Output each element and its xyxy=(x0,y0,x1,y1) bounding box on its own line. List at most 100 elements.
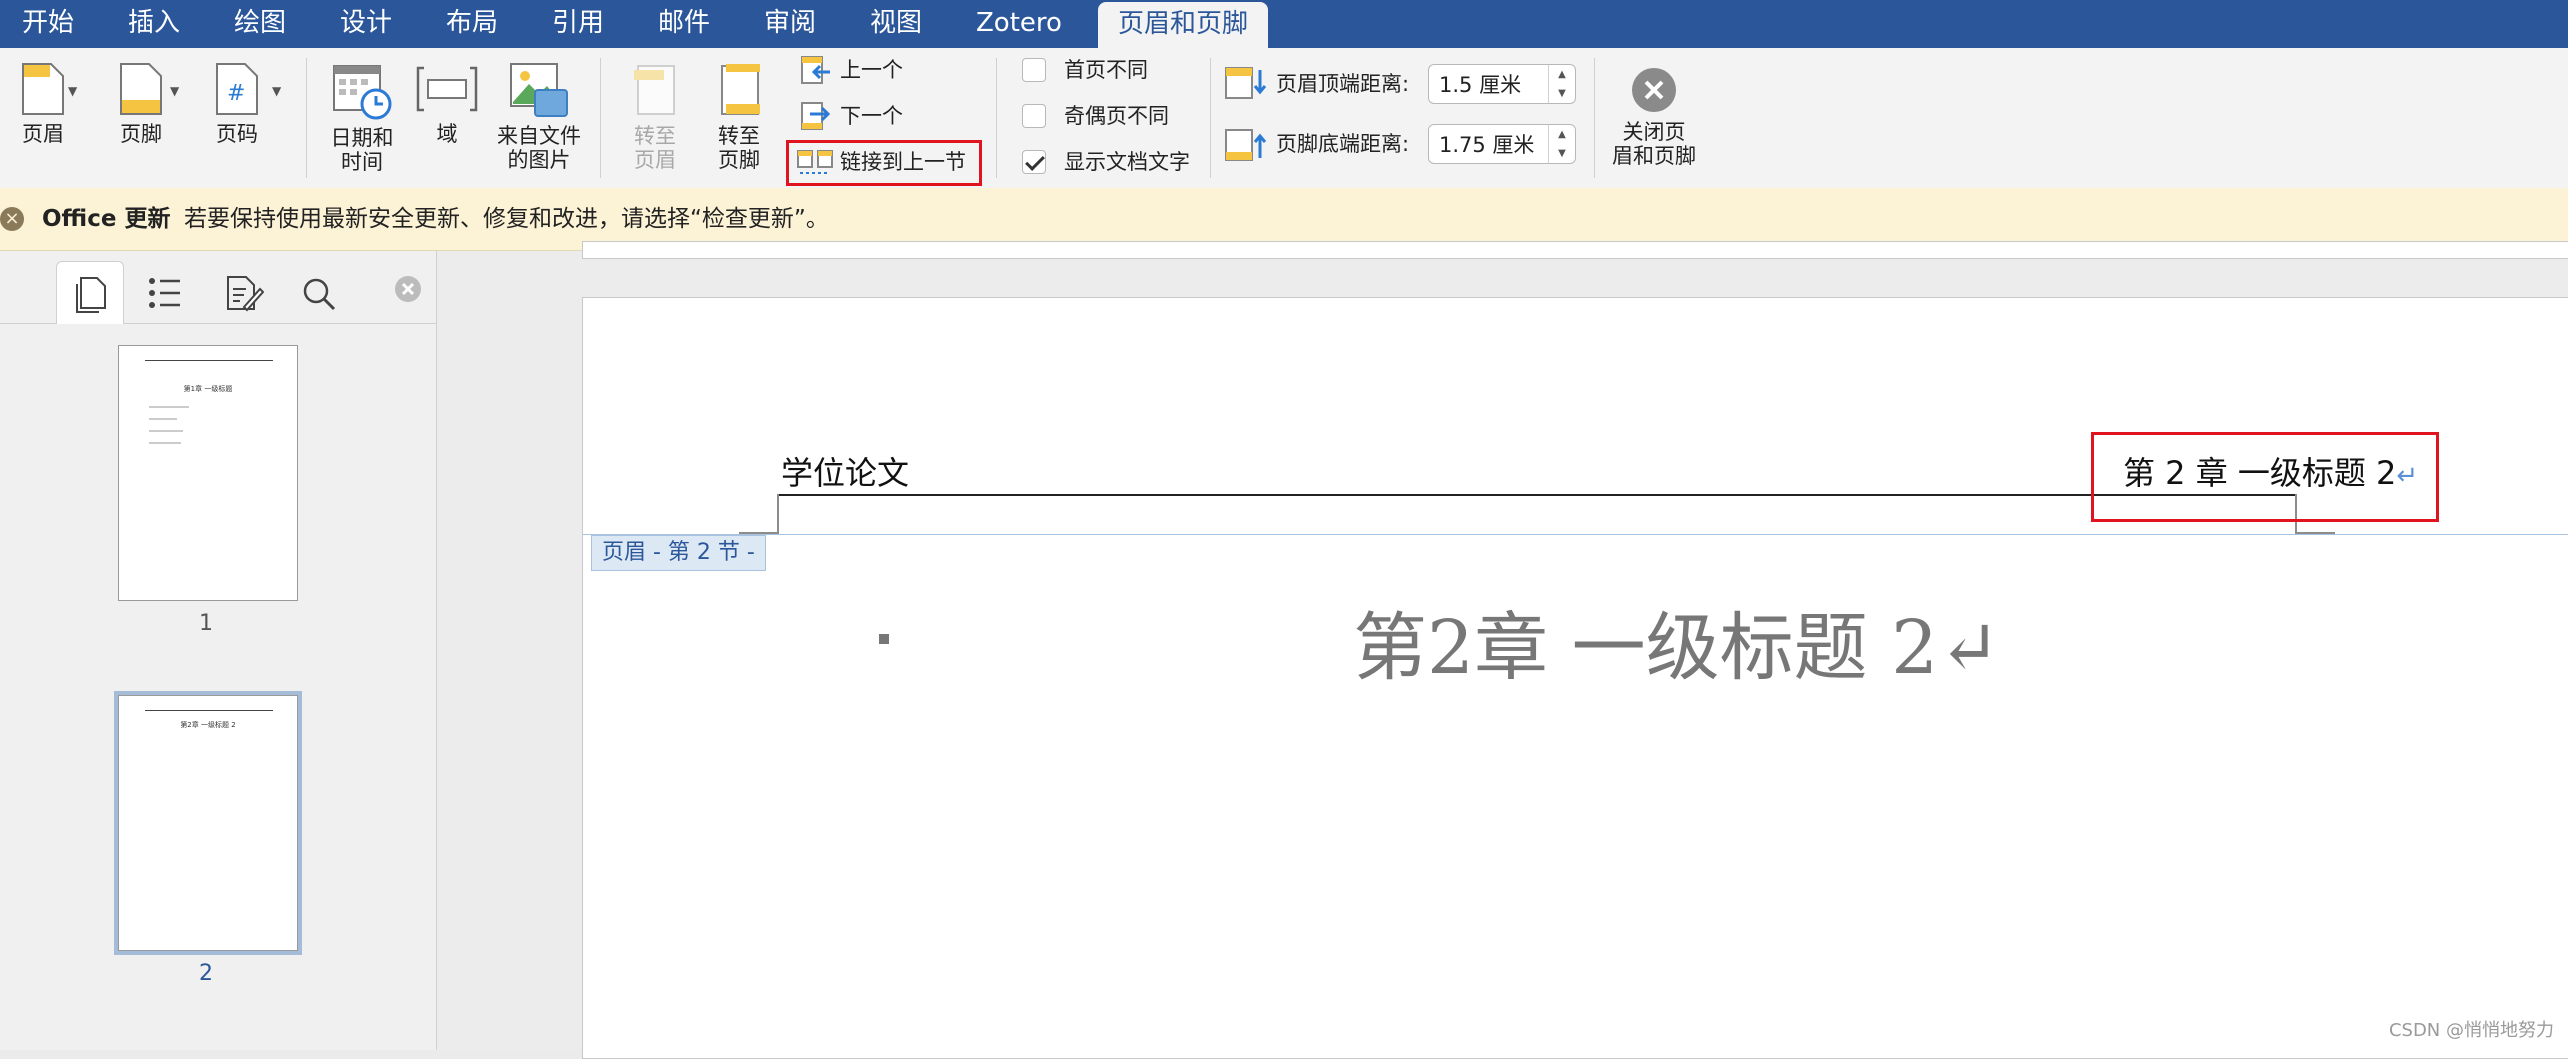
page-number-button-label: 页码 xyxy=(216,122,258,146)
different-odd-even-checkbox[interactable]: 奇偶页不同 xyxy=(1022,98,1169,134)
field-icon xyxy=(416,66,478,112)
date-time-label-1: 日期和 xyxy=(330,126,394,150)
list-icon xyxy=(149,278,180,308)
close-header-footer-label-2: 眉和页脚 xyxy=(1612,144,1696,168)
watermark: CSDN @悄悄地努力 xyxy=(2388,1020,2554,1041)
chapter-heading[interactable]: 第2章 一级标题 2↵ xyxy=(1353,588,2000,695)
header-button-label: 页眉 xyxy=(22,122,64,146)
document-page-2[interactable]: 学位论文 第 2 章 一级标题 2↵ 页眉 - 第 2 节 - 第2章 一级标题… xyxy=(582,297,2568,1059)
picture-from-file-button[interactable]: 来自文件 的图片 xyxy=(492,62,586,172)
go-to-header-label-2: 页眉 xyxy=(634,148,676,172)
thumbnails-tab[interactable] xyxy=(56,261,124,324)
tab-insert[interactable]: 插入 xyxy=(108,0,200,48)
close-header-footer-button[interactable]: 关闭页 眉和页脚 xyxy=(1606,66,1702,168)
tab-zotero[interactable]: Zotero xyxy=(956,0,1082,48)
go-to-footer-button[interactable]: 转至 页脚 xyxy=(702,62,776,172)
spinner-arrows-icon[interactable]: ▲ ▼ xyxy=(1548,65,1575,103)
paragraph-anchor-mark xyxy=(879,634,889,644)
checkbox-box xyxy=(1022,104,1046,128)
navigation-pane: 第1章 一级标题 1 第2章 一级标题 2 2 xyxy=(0,251,437,1050)
header-left-text[interactable]: 学位论文 xyxy=(781,448,909,494)
tab-draw[interactable]: 绘图 xyxy=(214,0,306,48)
tab-view[interactable]: 视图 xyxy=(850,0,942,48)
checkbox-box xyxy=(1022,58,1046,82)
search-icon xyxy=(303,278,336,311)
footer-button[interactable]: 页脚 xyxy=(104,62,178,146)
thumbnail-heading: 第2章 一级标题 2 xyxy=(180,721,236,729)
next-button[interactable]: 下一个 xyxy=(800,98,903,134)
thumbnail-text-line xyxy=(149,418,177,420)
previous-button[interactable]: 上一个 xyxy=(800,52,903,88)
ribbon-separator xyxy=(600,58,601,178)
show-document-text-label: 显示文档文字 xyxy=(1064,150,1190,174)
footer-icon xyxy=(120,63,162,115)
thumbnail-text-line xyxy=(149,430,183,432)
header-dropdown-icon[interactable]: ▼ xyxy=(68,84,77,98)
page-thumbnail-1[interactable]: 第1章 一级标题 xyxy=(118,345,298,601)
banner-title: Office 更新 xyxy=(42,206,171,232)
previous-label: 上一个 xyxy=(840,58,903,82)
tab-header-footer[interactable]: 页眉和页脚 xyxy=(1098,2,1269,48)
close-icon xyxy=(1632,68,1676,112)
navigation-pane-tabs xyxy=(0,251,436,324)
go-to-header-label-1: 转至 xyxy=(634,124,676,148)
footer-bottom-distance-input[interactable]: 1.75 厘米 ▲ ▼ xyxy=(1428,124,1576,164)
picture-label-1: 来自文件 xyxy=(497,124,581,148)
highlight-box-header xyxy=(2091,432,2439,522)
ribbon-separator xyxy=(306,58,307,178)
tab-layout[interactable]: 布局 xyxy=(426,0,518,48)
page-number-button[interactable]: # 页码 xyxy=(204,62,270,146)
ribbon-separator xyxy=(1594,58,1595,178)
comments-tab[interactable] xyxy=(208,261,274,323)
previous-page-bottom xyxy=(582,241,2568,259)
show-document-text-checkbox[interactable]: 显示文档文字 xyxy=(1022,144,1190,180)
checkbox-box-checked xyxy=(1022,150,1046,174)
document-canvas: 学位论文 第 2 章 一级标题 2↵ 页眉 - 第 2 节 - 第2章 一级标题… xyxy=(437,241,2568,1059)
go-to-footer-label-2: 页脚 xyxy=(718,148,760,172)
header-top-distance-icon xyxy=(1225,67,1267,99)
previous-icon xyxy=(801,56,830,84)
thumbnail-header-line xyxy=(145,360,273,361)
ribbon-separator xyxy=(1210,58,1211,178)
thumbnail-heading: 第1章 一级标题 xyxy=(183,385,233,393)
footer-bottom-distance-icon xyxy=(1225,129,1267,161)
footer-dropdown-icon[interactable]: ▼ xyxy=(170,84,179,98)
page-thumbnail-2[interactable]: 第2章 一级标题 2 xyxy=(114,691,302,955)
page-number-1: 1 xyxy=(199,611,213,636)
header-icon xyxy=(22,63,64,115)
tab-review[interactable]: 审阅 xyxy=(744,0,836,48)
header-top-distance-label: 页眉顶端距离: xyxy=(1276,72,1410,96)
tab-references[interactable]: 引用 xyxy=(532,0,624,48)
header-underline xyxy=(779,494,2295,496)
tab-mailings[interactable]: 邮件 xyxy=(638,0,730,48)
outline-tab[interactable] xyxy=(132,261,198,323)
thumbnail-text-line xyxy=(149,406,189,408)
pages-icon xyxy=(76,277,106,313)
next-icon xyxy=(801,102,831,130)
ribbon-separator xyxy=(996,58,997,178)
date-time-button[interactable]: 日期和 时间 xyxy=(322,62,402,174)
header-top-distance-input[interactable]: 1.5 厘米 ▲ ▼ xyxy=(1428,64,1576,104)
thumbnail-text-line xyxy=(149,442,181,444)
close-header-footer-label-1: 关闭页 xyxy=(1622,120,1686,144)
search-tab[interactable] xyxy=(284,261,350,323)
different-first-page-label: 首页不同 xyxy=(1064,58,1148,82)
footer-button-label: 页脚 xyxy=(120,122,162,146)
different-first-page-checkbox[interactable]: 首页不同 xyxy=(1022,52,1148,88)
tab-home[interactable]: 开始 xyxy=(2,0,94,48)
close-pane-icon[interactable] xyxy=(394,275,422,303)
header-button[interactable]: 页眉 xyxy=(8,62,78,146)
header-section-label: 页眉 - 第 2 节 - xyxy=(591,535,766,571)
field-button-label: 域 xyxy=(436,122,458,146)
tab-design[interactable]: 设计 xyxy=(320,0,412,48)
go-to-header-button[interactable]: 转至 页眉 xyxy=(618,62,692,172)
spinner-arrows-icon[interactable]: ▲ ▼ xyxy=(1548,125,1575,163)
field-button[interactable]: 域 xyxy=(412,62,482,146)
next-label: 下一个 xyxy=(840,104,903,128)
picture-label-2: 的图片 xyxy=(507,148,571,172)
ribbon: 页眉 ▼ 页脚 ▼ # 页码 ▼ 日期和 时间 域 来自文件 的图片 转至 页眉… xyxy=(0,48,2568,189)
page-number-dropdown-icon[interactable]: ▼ xyxy=(272,84,281,98)
page-number-icon: # xyxy=(216,63,258,115)
different-odd-even-label: 奇偶页不同 xyxy=(1064,104,1169,128)
dismiss-banner-icon[interactable]: × xyxy=(0,207,24,231)
